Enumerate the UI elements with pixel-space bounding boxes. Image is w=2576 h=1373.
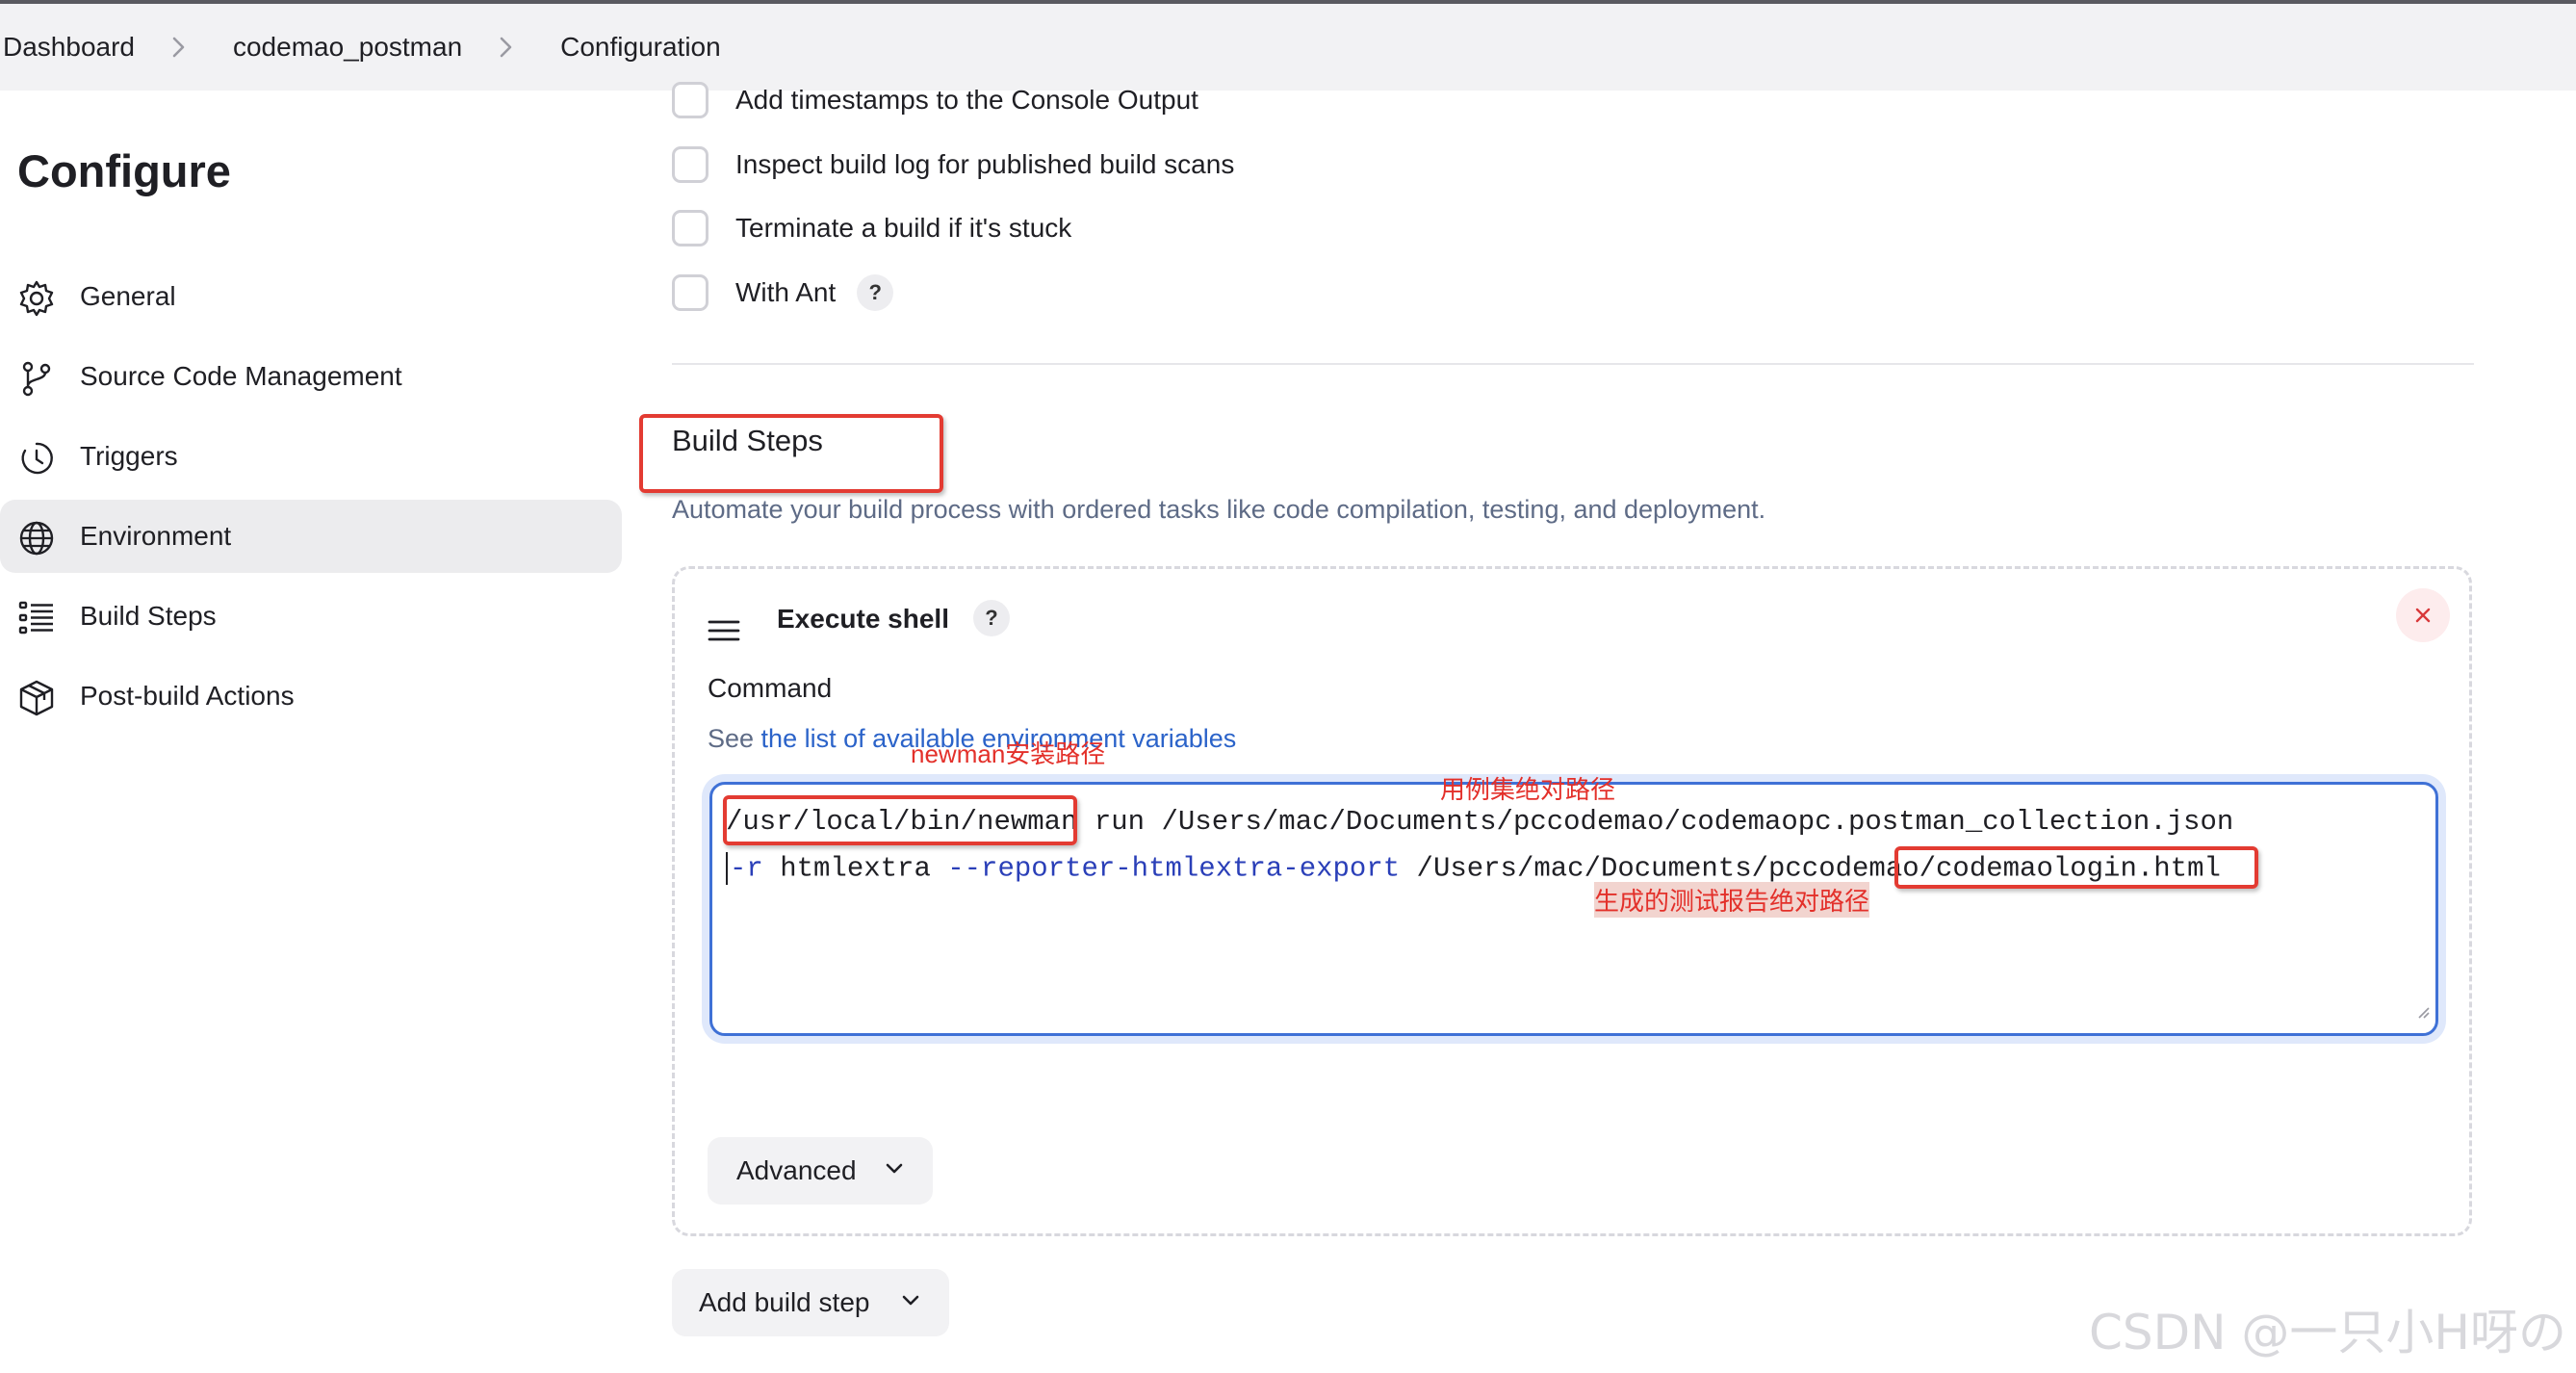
- chevron-down-icon: [902, 1295, 919, 1306]
- sidebar-item-label: General: [80, 281, 176, 311]
- resize-handle-icon[interactable]: [2416, 996, 2430, 1027]
- option-terminate-stuck-build: Terminate a build if it's stuck: [672, 206, 1071, 250]
- hint-prefix: See: [708, 724, 761, 753]
- watermark: CSDN @一只小H呀の: [2088, 1305, 2566, 1360]
- page-title: Configure: [17, 145, 231, 196]
- branch-icon: [17, 359, 56, 398]
- option-with-ant: With Ant ?: [672, 271, 894, 315]
- option-label: Terminate a build if it's stuck: [735, 213, 1072, 243]
- option-label: With Ant: [735, 277, 837, 307]
- breadcrumb-project[interactable]: codemao_postman: [233, 32, 462, 63]
- chevron-right-icon: [491, 33, 528, 62]
- flag-text: -r: [730, 852, 763, 885]
- sidebar-item-triggers[interactable]: Triggers: [0, 420, 622, 493]
- add-build-step-label: Add build step: [699, 1287, 870, 1317]
- with-ant-checkbox[interactable]: [672, 274, 708, 311]
- newman-path-highlight-box: [723, 795, 1077, 845]
- help-icon[interactable]: ?: [857, 274, 894, 311]
- breadcrumb: Dashboard codemao_postman Configuration: [0, 4, 2576, 91]
- step-name: Execute shell: [777, 604, 949, 634]
- help-icon[interactable]: ?: [973, 600, 1010, 636]
- sidebar-item-environment[interactable]: Environment: [0, 500, 622, 573]
- timestamps-checkbox[interactable]: [672, 82, 708, 118]
- advanced-button[interactable]: Advanced: [708, 1137, 933, 1205]
- option-label: Inspect build log for published build sc…: [735, 149, 1235, 179]
- sidebar-item-general[interactable]: General: [0, 260, 622, 333]
- advanced-label: Advanced: [736, 1155, 857, 1185]
- delete-step-button[interactable]: [2396, 588, 2450, 642]
- option-inspect-build-log: Inspect build log for published build sc…: [672, 142, 1234, 187]
- sidebar-item-label: Triggers: [80, 441, 178, 471]
- sidebar-item-label: Post-build Actions: [80, 681, 295, 711]
- chevron-right-icon: [164, 33, 200, 62]
- list-icon: [17, 599, 56, 637]
- sidebar-item-post-build-actions[interactable]: Post-build Actions: [0, 660, 622, 733]
- annotation-newman-path: newman安装路径: [911, 739, 1106, 768]
- close-icon: [2415, 608, 2431, 623]
- section-description: Automate your build process with ordered…: [672, 495, 1766, 524]
- package-icon: [17, 679, 56, 717]
- report-path-highlight-box: [1894, 846, 2258, 889]
- sidebar-item-source-code-management[interactable]: Source Code Management: [0, 340, 622, 413]
- breadcrumb-configuration[interactable]: Configuration: [560, 32, 721, 63]
- drag-handle-icon[interactable]: [708, 619, 740, 647]
- option-text: --reporter-htmlextra-export: [947, 852, 1401, 885]
- sidebar-item-label: Source Code Management: [80, 361, 402, 391]
- add-build-step-button[interactable]: Add build step: [672, 1269, 949, 1336]
- section-divider: [672, 363, 2474, 365]
- breadcrumb-dashboard[interactable]: Dashboard: [3, 32, 135, 63]
- sidebar-item-label: Build Steps: [80, 601, 217, 631]
- option-label: Add timestamps to the Console Output: [735, 85, 1198, 115]
- build-step-card: Execute shell ? Command See the list of …: [672, 566, 2472, 1236]
- sidebar-item-label: Environment: [80, 521, 232, 551]
- command-run-text: run /Users/mac/Documents/pccodemao/codem…: [1077, 806, 2234, 838]
- reporter-text: htmlextra: [762, 852, 948, 885]
- gear-icon: [17, 279, 56, 318]
- annotation-report-path: 生成的测试报告绝对路径: [1594, 882, 1870, 918]
- globe-icon: [17, 519, 56, 557]
- command-label: Command: [708, 673, 833, 703]
- terminate-stuck-checkbox[interactable]: [672, 210, 708, 246]
- sidebar-item-build-steps[interactable]: Build Steps: [0, 580, 622, 653]
- build-steps-highlight-box: [639, 414, 943, 493]
- clock-icon: [17, 439, 56, 478]
- text-caret: [726, 852, 728, 885]
- option-add-timestamps: Add timestamps to the Console Output: [672, 78, 1198, 122]
- chevron-down-icon: [886, 1163, 903, 1174]
- annotation-collection-path: 用例集绝对路径: [1440, 775, 1616, 804]
- inspect-build-log-checkbox[interactable]: [672, 146, 708, 183]
